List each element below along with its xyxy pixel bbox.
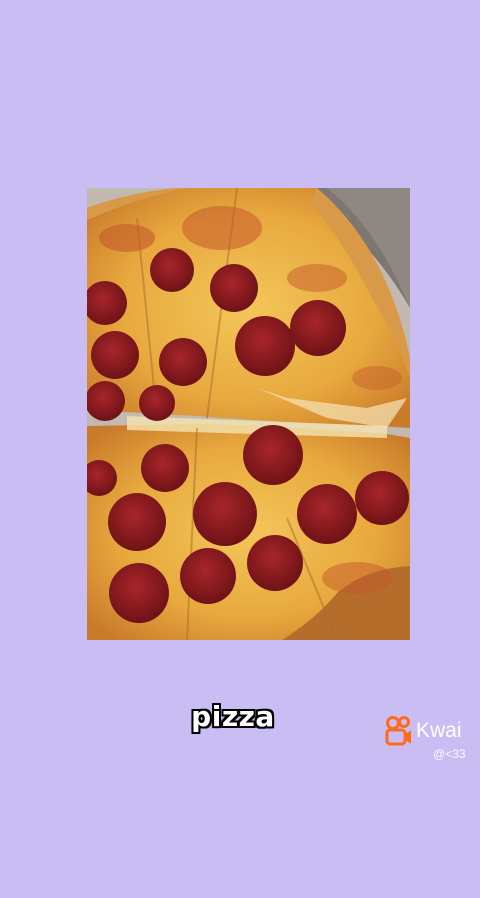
kwai-watermark: Kwai: [385, 714, 462, 748]
pizza-image: [87, 188, 410, 640]
user-handle: @<33: [433, 747, 466, 761]
kwai-camera-icon: [385, 716, 411, 746]
pizza-photo: [87, 188, 410, 640]
kwai-brand-name: Kwai: [416, 719, 462, 742]
